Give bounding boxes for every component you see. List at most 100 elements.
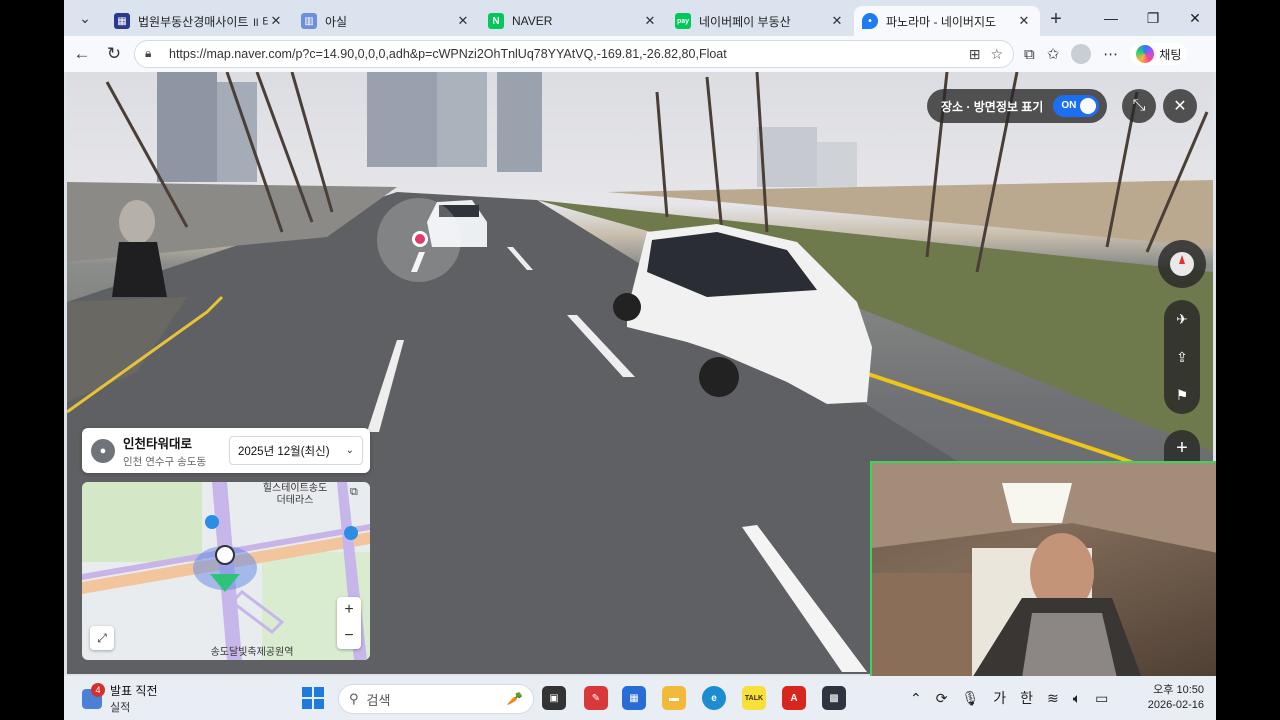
mini-map-roads — [82, 482, 370, 660]
search-placeholder: 검색 — [366, 692, 391, 708]
wifi-icon[interactable]: ≋ — [1047, 690, 1059, 707]
clock-date: 2026-02-16 — [1147, 699, 1204, 711]
refresh-button[interactable]: ↻ — [98, 40, 130, 68]
windows-taskbar: 4 발표 직전 실적 ⚲ 검색 🥕 ▣ ✎ ▦ ▬ e TALK A ▩ ⌃ ⟳… — [64, 676, 1216, 720]
capture-date-select[interactable]: 2025년 12월(최신) ⌄ — [229, 436, 363, 465]
close-icon[interactable]: ✕ — [455, 13, 471, 29]
tab-panorama-navermap[interactable]: • 파노라마 - 네이버지도 ✕ — [854, 6, 1040, 36]
tab-label: 네이버페이 부동산 — [699, 14, 791, 29]
toggle-knob — [1080, 98, 1097, 114]
mini-map-zoom-in-button[interactable]: + — [344, 601, 353, 619]
notification-badge: 4 — [91, 682, 105, 697]
url-text[interactable]: https://map.naver.com/p?c=14.90,0,0,0,ad… — [169, 47, 727, 61]
capture-date-value: 2025년 12월(최신) — [238, 445, 330, 458]
close-icon: ✕ — [1173, 98, 1187, 115]
profile-avatar[interactable] — [1071, 44, 1092, 64]
taskbar-search[interactable]: ⚲ 검색 🥕 — [338, 684, 534, 714]
taskbar-clock[interactable]: 오후 10:50 2026-02-16 — [1138, 683, 1204, 713]
tab-asil[interactable]: ▥ 아실 ✕ — [293, 6, 479, 36]
share-icon[interactable]: ⇪ — [1176, 349, 1188, 366]
collapse-button[interactable]: ⤡ — [1122, 89, 1156, 123]
tab-label: NAVER — [512, 14, 553, 28]
copilot-logo-icon — [1136, 45, 1155, 63]
mini-map-label-station: 송도달빛축제공원역 — [210, 647, 294, 658]
tab-bar: ⌄ ▦ 법원부동산경매사이트 ॥ 테 ✕ ▥ 아실 ✕ N NAVER ✕ pa… — [64, 0, 1216, 36]
ime-language[interactable]: 가 — [993, 688, 1006, 708]
compass-button[interactable] — [1158, 240, 1206, 288]
mini-map-expand-button[interactable]: ⤢ — [90, 626, 114, 650]
minimize-button[interactable]: — — [1090, 0, 1132, 36]
toggle-state: ON — [1061, 100, 1077, 111]
extensions-icon[interactable]: ⧉ — [1024, 46, 1035, 63]
toggle-label: 장소 · 방면정보 표기 — [941, 99, 1044, 114]
expand-icon: ⤢ — [97, 630, 107, 645]
chevron-up-icon[interactable]: ⌃ — [910, 690, 922, 707]
widget-subtitle: 실적 — [110, 702, 131, 714]
mini-map-label-top: 힐스테이트송도 더테라스 — [262, 483, 328, 506]
favorite-star-icon[interactable]: ☆ — [990, 46, 1003, 63]
chat-app-icon[interactable]: ✎ — [584, 686, 608, 710]
copilot-button[interactable]: 채팅 — [1130, 43, 1188, 65]
search-icon: ⚲ — [349, 691, 359, 706]
more-menu-icon[interactable]: ⋯ — [1103, 45, 1118, 63]
naver-favicon-icon: N — [488, 13, 504, 29]
app-available-icon[interactable]: ⊞ — [969, 46, 981, 63]
start-button[interactable] — [302, 687, 324, 709]
close-window-button[interactable]: ✕ — [1174, 0, 1216, 36]
location-card: ● 인천타워대로 인천 연수구 송도동 2025년 12월(최신) ⌄ — [82, 428, 370, 473]
search-highlight-icon: 🥕 — [506, 691, 523, 706]
widgets-button[interactable]: 4 발표 직전 실적 — [82, 682, 158, 715]
collapse-arrows-icon: ⤡ — [1132, 97, 1146, 114]
location-name: 인천타워대로 — [123, 436, 193, 451]
favorites-icon[interactable]: ✩ — [1047, 45, 1060, 63]
webcam-scene — [872, 463, 1216, 676]
tab-court-auction[interactable]: ▦ 법원부동산경매사이트 ॥ 테 ✕ — [106, 6, 292, 36]
toggle-switch[interactable]: ON — [1053, 95, 1100, 117]
kakaotalk-icon[interactable]: TALK — [742, 686, 766, 710]
microphone-icon[interactable]: 🎙︎ — [961, 690, 979, 707]
asil-favicon-icon: ▥ — [301, 13, 317, 29]
close-icon[interactable]: ✕ — [829, 13, 845, 29]
chevron-down-icon: ⌄ — [345, 445, 354, 456]
clock-time: 오후 10:50 — [1153, 684, 1204, 696]
compass-icon — [1170, 252, 1194, 276]
tab-label: 파노라마 - 네이버지도 — [886, 14, 997, 29]
video-editor-icon[interactable]: ▩ — [822, 686, 846, 710]
ime-mode[interactable]: 한 — [1020, 688, 1033, 708]
url-box[interactable]: 🔒︎ https://map.naver.com/p?c=14.90,0,0,0… — [134, 40, 1014, 68]
close-icon[interactable]: ✕ — [268, 13, 284, 29]
report-icon[interactable]: ⚑ — [1176, 387, 1189, 404]
pdf-reader-icon[interactable]: A — [782, 686, 806, 710]
new-tab-button[interactable]: + — [1041, 5, 1071, 33]
mini-map[interactable]: 힐스테이트송도 더테라스 송도달빛축제공원역 ⧉ + − ⤢ — [82, 482, 370, 660]
movement-target-marker[interactable] — [412, 231, 428, 247]
close-icon[interactable]: ✕ — [1016, 13, 1032, 29]
close-icon[interactable]: ✕ — [642, 13, 658, 29]
court-favicon-icon: ▦ — [114, 13, 130, 29]
widget-title: 발표 직전 — [110, 684, 158, 698]
file-explorer-icon[interactable]: ▬ — [662, 686, 686, 710]
restore-button[interactable]: ❐ — [1132, 0, 1174, 36]
layers-icon[interactable]: ⧉ — [350, 486, 358, 499]
close-panorama-button[interactable]: ✕ — [1163, 89, 1197, 123]
battery-icon[interactable]: ▭ — [1095, 690, 1108, 707]
site-info-icon[interactable]: 🔒︎ — [145, 46, 161, 62]
aerial-view-icon[interactable]: ✈ — [1176, 311, 1188, 328]
sync-icon[interactable]: ⟳ — [936, 690, 948, 707]
edge-browser-icon[interactable]: e — [702, 686, 726, 710]
tab-actions-button[interactable]: ⌄ — [68, 4, 102, 32]
volume-icon[interactable]: 🔈︎ — [1073, 690, 1081, 707]
tab-naver[interactable]: N NAVER ✕ — [480, 6, 666, 36]
tab-naverpay-realestate[interactable]: pay 네이버페이 부동산 ✕ — [667, 6, 853, 36]
back-button[interactable]: ← — [66, 40, 98, 68]
system-tray: ⌃ ⟳ 🎙︎ 가 한 ≋ 🔈︎ ▭ — [910, 676, 1108, 720]
store-icon[interactable]: ▦ — [622, 686, 646, 710]
tab-label: 아실 — [325, 14, 348, 29]
task-view-icon[interactable]: ▣ — [542, 686, 566, 710]
address-bar-row: ← ↻ 🔒︎ https://map.naver.com/p?c=14.90,0… — [64, 36, 1216, 72]
webcam-overlay — [870, 461, 1216, 676]
widgets-icon: 4 — [82, 682, 105, 709]
mini-map-zoom-out-button[interactable]: − — [344, 627, 353, 645]
location-pin-icon: ● — [91, 438, 115, 463]
place-direction-info-toggle[interactable]: 장소 · 방면정보 표기 ON — [927, 89, 1108, 123]
